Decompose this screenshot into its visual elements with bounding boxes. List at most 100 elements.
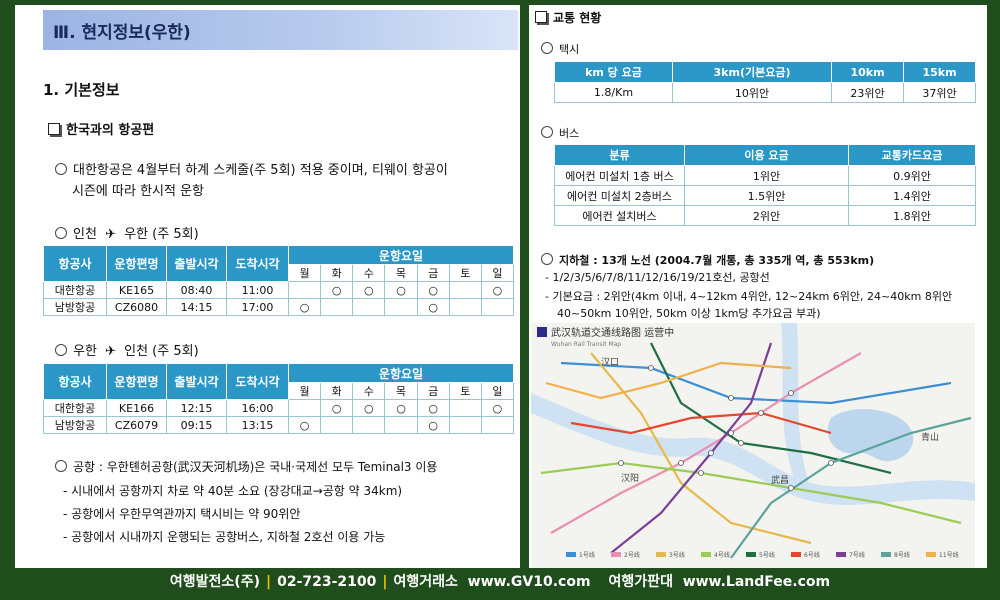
day-cell: ○	[384, 281, 418, 299]
day-cell: ○	[320, 281, 354, 299]
col-departure: 출발시각	[166, 363, 227, 400]
day-cell: ○	[287, 416, 322, 434]
col-days: 운항요일	[288, 363, 514, 383]
map-subtitle: Wuhan Rail Transit Map	[551, 341, 621, 348]
subway-map: 武汉轨道交通线路图 运营中 Wuhan Rail Transit Map 汉口 …	[531, 323, 975, 568]
bus-cell: 1.5위안	[684, 185, 849, 206]
route1-to: 우한	[124, 227, 149, 242]
footer-gv10-link[interactable]: 여행거래소 www.GV10.com	[394, 574, 591, 590]
route1-table: 항공사 운항편명 출발시각 도착시각 운항요일 월 화 수 목 금 토 일 대한…	[43, 245, 515, 316]
table-row: 에어컨 미설치 2층버스 1.5위안 1.4위안	[554, 185, 976, 206]
day-cell	[320, 416, 354, 434]
arr-time: 17:00	[226, 298, 289, 316]
day-cell	[320, 298, 354, 316]
bus-cell: 0.9위안	[848, 165, 976, 186]
dep-time: 08:40	[166, 281, 227, 299]
col-departure: 출발시각	[166, 245, 227, 282]
airport-text: 공항 : 우한톈허공항(武汉天河机场)은 국내·국제선 모두 Teminal3 …	[73, 460, 438, 474]
day-sat: 토	[448, 382, 482, 400]
list-item: - 공항에서 우한무역관까지 택시비는 약 90위안	[63, 507, 301, 521]
day-cell: ○	[352, 281, 386, 299]
heading-flights: 한국과의 항공편	[48, 119, 154, 138]
circle-bullet-icon	[55, 460, 67, 472]
heading-transport-label: 교통 현황	[553, 11, 602, 25]
bus-table: 분류 이용 요금 교통카드요금 에어컨 미설치 1층 버스 1위안 0.9위안 …	[554, 144, 976, 226]
left-panel: Ⅲ. 현지정보(우한) 1. 기본정보 한국과의 항공편 대한항공은 4월부터 …	[15, 5, 520, 568]
taxi-col-perkm: km 당 요금	[554, 61, 673, 83]
airline: 대한항공	[43, 281, 107, 299]
lake-shape	[827, 408, 914, 462]
day-cell	[352, 416, 386, 434]
day-cell: ○	[384, 399, 418, 417]
airline: 남방항공	[43, 416, 107, 434]
map-title: 武汉轨道交通线路图 运营中	[551, 326, 674, 339]
footer-company: 여행발전소(주)	[169, 574, 260, 590]
list-item: - 공항에서 시내까지 운행되는 공항버스, 지하철 2호선 이용 가능	[63, 530, 386, 544]
col-days: 운항요일	[288, 245, 514, 265]
day-cell: ○	[320, 399, 354, 417]
legend-swatch	[611, 552, 621, 557]
table-row: 에어컨 미설치 1층 버스 1위안 0.9위안	[554, 165, 976, 186]
flight-no: KE165	[106, 281, 167, 299]
circle-bullet-icon	[541, 253, 553, 265]
table-row: 1.8/Km 10위안 23위안 37위안	[554, 82, 976, 103]
taxi-col-base: 3km(기본요금)	[671, 61, 833, 83]
day-cell: ○	[416, 281, 450, 299]
footer-landfee-link[interactable]: 여행가판대 www.LandFee.com	[609, 574, 831, 590]
map-label-qingshan: 青山	[921, 431, 939, 443]
route2-table: 항공사 운항편명 출발시각 도착시각 운항요일 월 화 수 목 금 토 일 대한…	[43, 363, 515, 434]
river-han-shape	[781, 323, 809, 483]
day-thu: 목	[384, 264, 418, 282]
taxi-cell: 1.8/Km	[554, 82, 673, 103]
footer-separator: |	[382, 574, 388, 590]
day-cell: ○	[352, 399, 386, 417]
day-cell: ○	[416, 416, 450, 434]
circle-bullet-icon	[541, 126, 553, 138]
day-cell	[448, 281, 482, 299]
legend-swatch	[701, 552, 711, 557]
map-label-hanyang: 汉阳	[621, 473, 639, 484]
col-airline: 항공사	[43, 245, 107, 282]
list-item: - 시내에서 공항까지 차로 약 40분 소요 (장강대교→공항 약 34km)	[63, 484, 403, 498]
day-cell	[287, 281, 322, 299]
col-arrival: 도착시각	[226, 363, 289, 400]
subway-lines: - 1/2/3/5/6/7/8/11/12/16/19/21호선, 공항선	[545, 271, 770, 284]
checkbox-icon	[535, 11, 547, 23]
section-header: Ⅲ. 현지정보(우한)	[43, 10, 518, 50]
taxi-table: km 당 요금 3km(기본요금) 10km 15km 1.8/Km 10위안 …	[554, 61, 976, 103]
bus-cell: 에어컨 미설치 1층 버스	[554, 165, 685, 186]
day-cell	[448, 298, 482, 316]
bus-cell: 1.8위안	[848, 205, 976, 226]
flight-no: CZ6080	[106, 298, 167, 316]
day-sat: 토	[448, 264, 482, 282]
day-sun: 일	[480, 264, 515, 282]
arr-time: 11:00	[226, 281, 289, 299]
subway-fare-2: 40~50km 10위안, 50km 이상 1km당 추가요금 부과)	[557, 307, 821, 320]
checkbox-icon	[48, 123, 60, 135]
bus-col-type: 분류	[554, 144, 685, 166]
legend-swatch	[566, 552, 576, 557]
flight-no: KE166	[106, 399, 167, 417]
day-tue: 화	[320, 264, 354, 282]
heading-basic-info: 1. 기본정보	[43, 81, 120, 99]
day-cell	[352, 298, 386, 316]
arr-time: 13:15	[226, 416, 289, 434]
col-arrival: 도착시각	[226, 245, 289, 282]
taxi-col-10km: 10km	[831, 61, 905, 83]
day-cell	[384, 416, 418, 434]
route1-frequency: (주 5회)	[152, 227, 199, 242]
day-cell	[480, 416, 515, 434]
route2-from: 우한	[73, 344, 97, 359]
day-cell	[448, 416, 482, 434]
legend-label: 8号线	[894, 551, 910, 559]
map-label-hankou: 汉口	[601, 357, 619, 368]
subway-label-text: 지하철 : 13개 노선 (2004.7월 개통, 총 335개 역, 총 55…	[559, 254, 875, 267]
circle-bullet-icon	[55, 227, 67, 239]
day-sun: 일	[480, 382, 515, 400]
day-cell: ○	[287, 298, 322, 316]
bus-cell: 2위안	[684, 205, 849, 226]
bus-col-card: 교통카드요금	[848, 144, 976, 166]
taxi-cell: 37위안	[903, 82, 976, 103]
heading-transport: 교통 현황	[535, 9, 601, 26]
route2-frequency: (주 5회)	[152, 344, 199, 359]
